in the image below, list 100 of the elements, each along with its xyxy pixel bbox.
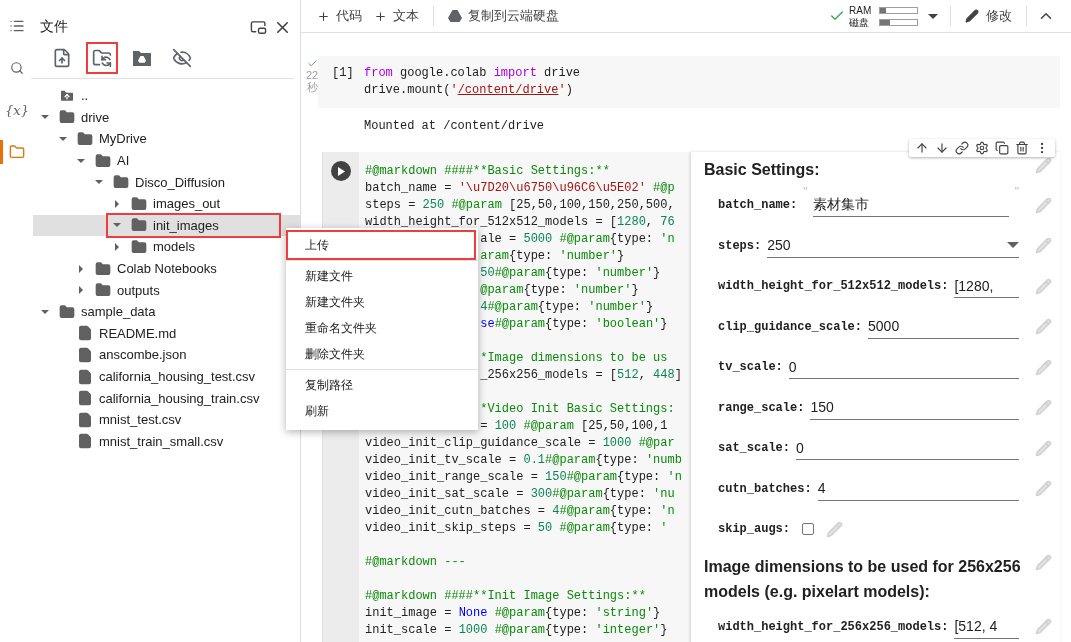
code-line: @param{type: 'number'} (480, 283, 639, 297)
caret-down-icon (41, 309, 49, 314)
pencil-icon (965, 9, 979, 23)
add-button[interactable]: 代码 (311, 3, 368, 29)
copy-icon (995, 141, 1009, 155)
caret-right-icon (115, 242, 119, 251)
code-line: init_image = None #@param{type: 'string'} (365, 606, 661, 620)
code-line: *Image dimensions to be us (480, 351, 668, 365)
caret-down-icon (77, 158, 85, 163)
link-icon (955, 141, 969, 155)
execution-count: [1] (332, 65, 355, 82)
input-field[interactable]: 5000 (868, 314, 1019, 339)
field-label: sat_scale: (718, 441, 790, 456)
tree-item[interactable]: .. (33, 85, 300, 107)
caret-right-icon (79, 264, 83, 273)
code-line: video_init_range_scale = 150#@param{type: 'n (365, 470, 682, 484)
tree-item[interactable]: MyDrive (33, 128, 300, 150)
file-icon (77, 390, 93, 407)
window-icon (250, 18, 267, 36)
code-line: = 100 #@param [25,50,100,1 (480, 419, 668, 433)
field-label: batch_name: (718, 198, 798, 213)
field-label: tv_scale: (718, 360, 783, 375)
meter-label: RAM (849, 4, 873, 16)
folder-icon (59, 303, 75, 320)
plus-icon (317, 9, 330, 23)
cell-output: Mounted at /content/drive (364, 118, 546, 135)
code-line: init_scale = 1000 #@param{type: 'integer'} (365, 623, 668, 637)
input-field[interactable]: 4 (817, 476, 1019, 501)
text-field[interactable]: 素材集市 (813, 193, 1009, 218)
folder-icon (59, 109, 75, 126)
code-line: drive.mount('/content/drive') (364, 82, 574, 99)
input-field[interactable]: 150 (810, 395, 1019, 420)
field-label: steps: (718, 238, 762, 253)
file-icon (77, 325, 93, 342)
tree-item[interactable]: mnist_train_small.csv (33, 430, 300, 453)
eye-off-icon (172, 48, 192, 68)
code-line: #@markdown --- (365, 555, 466, 569)
input-field[interactable]: [512, 4 (954, 614, 1019, 639)
file-icon (77, 433, 93, 450)
add-button[interactable]: 文本 (368, 3, 425, 29)
code-line: se#@param{type: 'boolean'} (480, 317, 668, 331)
folder-icon (131, 238, 147, 255)
caret-right-icon (79, 286, 83, 295)
settings-button[interactable] (975, 141, 989, 155)
checkbox[interactable] (802, 523, 814, 536)
tree-item[interactable]: AI (33, 149, 300, 172)
list-icon (9, 18, 25, 34)
code-line: *Video Init Basic Settings: (480, 402, 675, 416)
code-line: video_init_sat_scale = 300#@param{type: 'nu (365, 487, 675, 501)
meter-label: 磁盘 (849, 16, 870, 28)
form-heading: Image dimensions to be used for 256x256 models (e.g. pixelart models): (704, 556, 1022, 602)
folder-icon (9, 144, 25, 160)
edit-button[interactable]: 修改 (959, 3, 1018, 29)
tree-item[interactable]: drive (33, 106, 300, 129)
quote-mark: " (1014, 185, 1019, 199)
field-label: range_scale: (718, 400, 805, 415)
tree-item[interactable]: images_out (33, 192, 300, 215)
field-label: width_height_for_512x512_models: (718, 279, 949, 294)
field-label: width_height_for_256x256_models: (718, 619, 949, 634)
code-line: video_init_tv_scale = 0.1#@param{type: 'numb (365, 453, 682, 467)
tree-item[interactable]: Disco_Diffusion (33, 171, 300, 193)
panel-title: 文件 (40, 18, 69, 36)
input-field[interactable]: [1280, (954, 274, 1019, 299)
play-icon (337, 166, 345, 176)
variables-button[interactable]: {x} (0, 98, 31, 122)
plus-icon (374, 9, 387, 23)
down-button[interactable] (935, 141, 949, 155)
up-button[interactable] (915, 141, 929, 155)
dropdown-button[interactable] (928, 13, 938, 19)
caret-down-icon (928, 13, 938, 19)
caret-down-icon (95, 180, 103, 185)
folder-refresh-icon (92, 48, 112, 68)
code-line: 50#@param{type: 'number'} (480, 266, 661, 280)
folder-icon (95, 152, 111, 169)
code-line: batch_name = '\u7D20\u6750\u96C6\u5E02' #@p (365, 181, 675, 195)
mirror-button[interactable] (995, 141, 1009, 155)
code-line: from google.colab import drive (364, 65, 581, 82)
code-line: video_init_skip_steps = 50 #@param{type: ' (365, 521, 668, 535)
input-field[interactable]: 0 (788, 355, 1019, 380)
form-heading: Basic Settings: (704, 160, 821, 180)
window-button[interactable] (250, 18, 267, 36)
refresh-button[interactable] (86, 42, 118, 74)
tree-item[interactable]: init_images (33, 214, 300, 237)
caret-right-icon (115, 199, 119, 208)
delete-button[interactable] (1015, 141, 1029, 155)
code-line: _256x256_models = [512, 448] (480, 368, 682, 382)
link-button[interactable] (955, 141, 969, 155)
folder-icon (95, 260, 111, 277)
file-icon (77, 411, 93, 428)
folder-icon (131, 195, 147, 212)
trash-icon (1015, 141, 1029, 155)
folder-icon (95, 282, 111, 299)
folder-icon (131, 217, 147, 234)
copy-to-drive-button[interactable]: 复制到云端硬盘 (442, 3, 565, 29)
select-field[interactable]: 250 (767, 233, 1019, 258)
field-label: cutn_batches: (718, 481, 812, 496)
field-label: clip_guidance_scale: (718, 319, 863, 334)
input-field[interactable]: 0 (796, 436, 1019, 461)
quote-mark: " (803, 185, 808, 199)
run-button[interactable] (331, 161, 351, 181)
